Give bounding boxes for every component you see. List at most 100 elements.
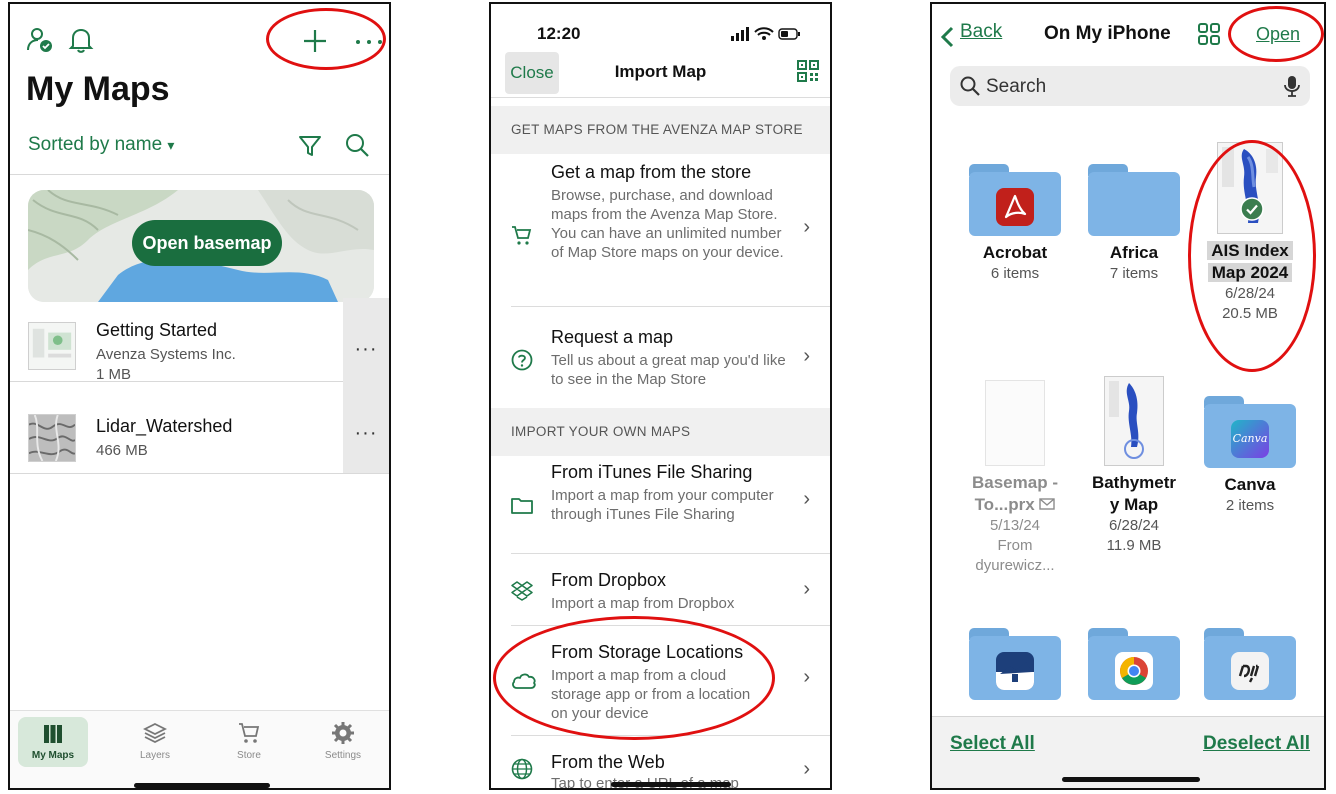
item-name: To...prx	[959, 494, 1071, 516]
item-meta: 7 items	[1109, 265, 1159, 282]
item-name-line: Basemap -	[972, 473, 1058, 492]
more-icon[interactable]	[354, 38, 384, 46]
chevron-right-icon: ›	[803, 345, 810, 367]
chevron-left-icon[interactable]	[940, 26, 954, 48]
file-item-bathymetry-map[interactable]: Bathymetr y Map 6/28/24 11.9 MB	[1078, 376, 1190, 556]
item-name-line: y Map	[1109, 495, 1159, 514]
item-source: dyurewicz...	[975, 557, 1055, 574]
option-storage-locations[interactable]: From Storage Locations Import a map from…	[511, 626, 830, 736]
tab-bar: My Maps Layers Store Settings	[10, 710, 389, 788]
gear-icon	[332, 722, 354, 744]
filter-icon[interactable]	[298, 134, 322, 158]
globe-icon	[511, 758, 533, 780]
folder-item[interactable]	[1078, 628, 1190, 700]
microphone-icon[interactable]	[1284, 75, 1300, 97]
chevron-down-icon: ▾	[167, 137, 175, 153]
item-meta: 2 items	[1225, 497, 1275, 514]
item-date: 6/28/24	[1108, 517, 1160, 534]
map-list-item[interactable]: Lidar_Watershed 466 MB ···	[10, 398, 389, 474]
plus-icon[interactable]	[302, 28, 328, 54]
status-bar: 12:20	[491, 4, 830, 48]
folder-icon: Canva	[1204, 396, 1296, 468]
import-map-screen: 12:20 Close Import Map GET MAPS FROM THE…	[489, 2, 832, 790]
option-itunes-file-sharing[interactable]: From iTunes File Sharing Import a map fr…	[511, 456, 830, 554]
bell-icon[interactable]	[68, 26, 94, 54]
map-more-button[interactable]: ···	[343, 398, 389, 473]
qr-code-icon[interactable]	[797, 60, 819, 82]
user-check-icon[interactable]	[26, 26, 54, 54]
section-header: GET MAPS FROM THE AVENZA MAP STORE	[491, 106, 830, 154]
folder-item[interactable]	[959, 628, 1071, 700]
deselect-all-button[interactable]: Deselect All	[1203, 733, 1310, 755]
folder-icon	[1088, 628, 1180, 700]
location-title: On My iPhone	[1044, 23, 1171, 44]
file-item-ais-index-map[interactable]: AIS Index Map 2024 6/28/24 20.5 MB	[1194, 142, 1306, 324]
checkmark-icon	[1240, 197, 1264, 221]
option-title: From iTunes File Sharing	[551, 462, 753, 482]
option-description: Import a map from a cloud storage app or…	[551, 667, 751, 722]
cart-icon	[512, 226, 532, 245]
folder-item[interactable]	[1194, 628, 1306, 700]
search-icon[interactable]	[344, 132, 370, 158]
search-input[interactable]: Search	[950, 66, 1310, 106]
folder-icon	[1088, 164, 1180, 236]
folder-icon	[969, 164, 1061, 236]
section-header: IMPORT YOUR OWN MAPS	[491, 408, 830, 456]
item-size: 11.9 MB	[1106, 537, 1162, 554]
chevron-right-icon: ›	[803, 578, 810, 600]
back-button[interactable]: Back	[960, 21, 1002, 43]
chevron-right-icon: ›	[803, 758, 810, 780]
basemap-banner[interactable]: Open basemap	[28, 190, 374, 302]
chevron-right-icon: ›	[803, 666, 810, 688]
grid-view-icon[interactable]	[1198, 23, 1220, 45]
option-title: From the Web	[551, 752, 665, 772]
file-item-basemap[interactable]: Basemap - To...prx 5/13/24 From dyurewic…	[959, 380, 1071, 576]
map-more-button[interactable]: ···	[343, 298, 389, 400]
home-indicator	[1062, 777, 1200, 782]
divider	[10, 174, 389, 175]
home-indicator	[611, 782, 731, 787]
map-name: Lidar_Watershed	[96, 416, 233, 436]
map-thumbnail	[28, 414, 76, 462]
map-size: 1 MB	[96, 366, 132, 383]
map-list-item[interactable]: Getting Started Avenza Systems Inc. 1 MB…	[10, 298, 389, 400]
dji-icon	[1231, 652, 1269, 690]
item-name-line: Map 2024	[1207, 263, 1293, 282]
option-get-from-store[interactable]: Get a map from the store Browse, purchas…	[511, 154, 830, 307]
map-name: Getting Started	[96, 320, 218, 340]
item-date: 5/13/24	[989, 517, 1041, 534]
tab-label: Layers	[139, 750, 170, 761]
open-button[interactable]: Open	[1256, 24, 1300, 45]
tab-store[interactable]: Store	[214, 717, 284, 761]
bottom-toolbar: Select All Deselect All	[932, 716, 1324, 788]
folder-icon	[969, 628, 1061, 700]
tab-settings[interactable]: Settings	[308, 717, 378, 761]
item-meta: 6 items	[990, 265, 1040, 282]
open-basemap-button[interactable]: Open basemap	[132, 220, 282, 266]
option-dropbox[interactable]: From Dropbox Import a map from Dropbox ›	[511, 554, 830, 626]
status-icons	[731, 27, 800, 41]
folder-item-canva[interactable]: Canva Canva 2 items	[1194, 396, 1306, 516]
tab-my-maps[interactable]: My Maps	[18, 717, 88, 767]
option-title: Request a map	[551, 327, 674, 347]
layers-icon	[142, 722, 168, 744]
select-all-button[interactable]: Select All	[950, 733, 1035, 755]
status-time: 12:20	[537, 24, 581, 43]
folder-item-africa[interactable]: Africa 7 items	[1078, 164, 1190, 284]
option-title: From Storage Locations	[551, 642, 744, 662]
item-name: Acrobat	[982, 243, 1048, 262]
item-name: Africa	[1109, 243, 1159, 262]
map-icon	[44, 725, 62, 743]
page-title: My Maps	[26, 70, 170, 108]
map-size: 466 MB	[96, 442, 148, 459]
item-name: Canva	[1224, 475, 1276, 494]
item-date: 6/28/24	[1224, 285, 1276, 302]
sort-dropdown[interactable]: Sorted by name ▾	[28, 134, 174, 156]
folder-item-acrobat[interactable]: Acrobat 6 items	[959, 164, 1071, 284]
option-request-map[interactable]: Request a map Tell us about a great map …	[491, 307, 830, 409]
nav-bar: Close Import Map	[491, 48, 830, 98]
folder-icon	[511, 498, 533, 514]
tab-layers[interactable]: Layers	[120, 717, 190, 761]
chrome-icon	[1115, 652, 1153, 690]
chevron-right-icon: ›	[803, 216, 810, 238]
